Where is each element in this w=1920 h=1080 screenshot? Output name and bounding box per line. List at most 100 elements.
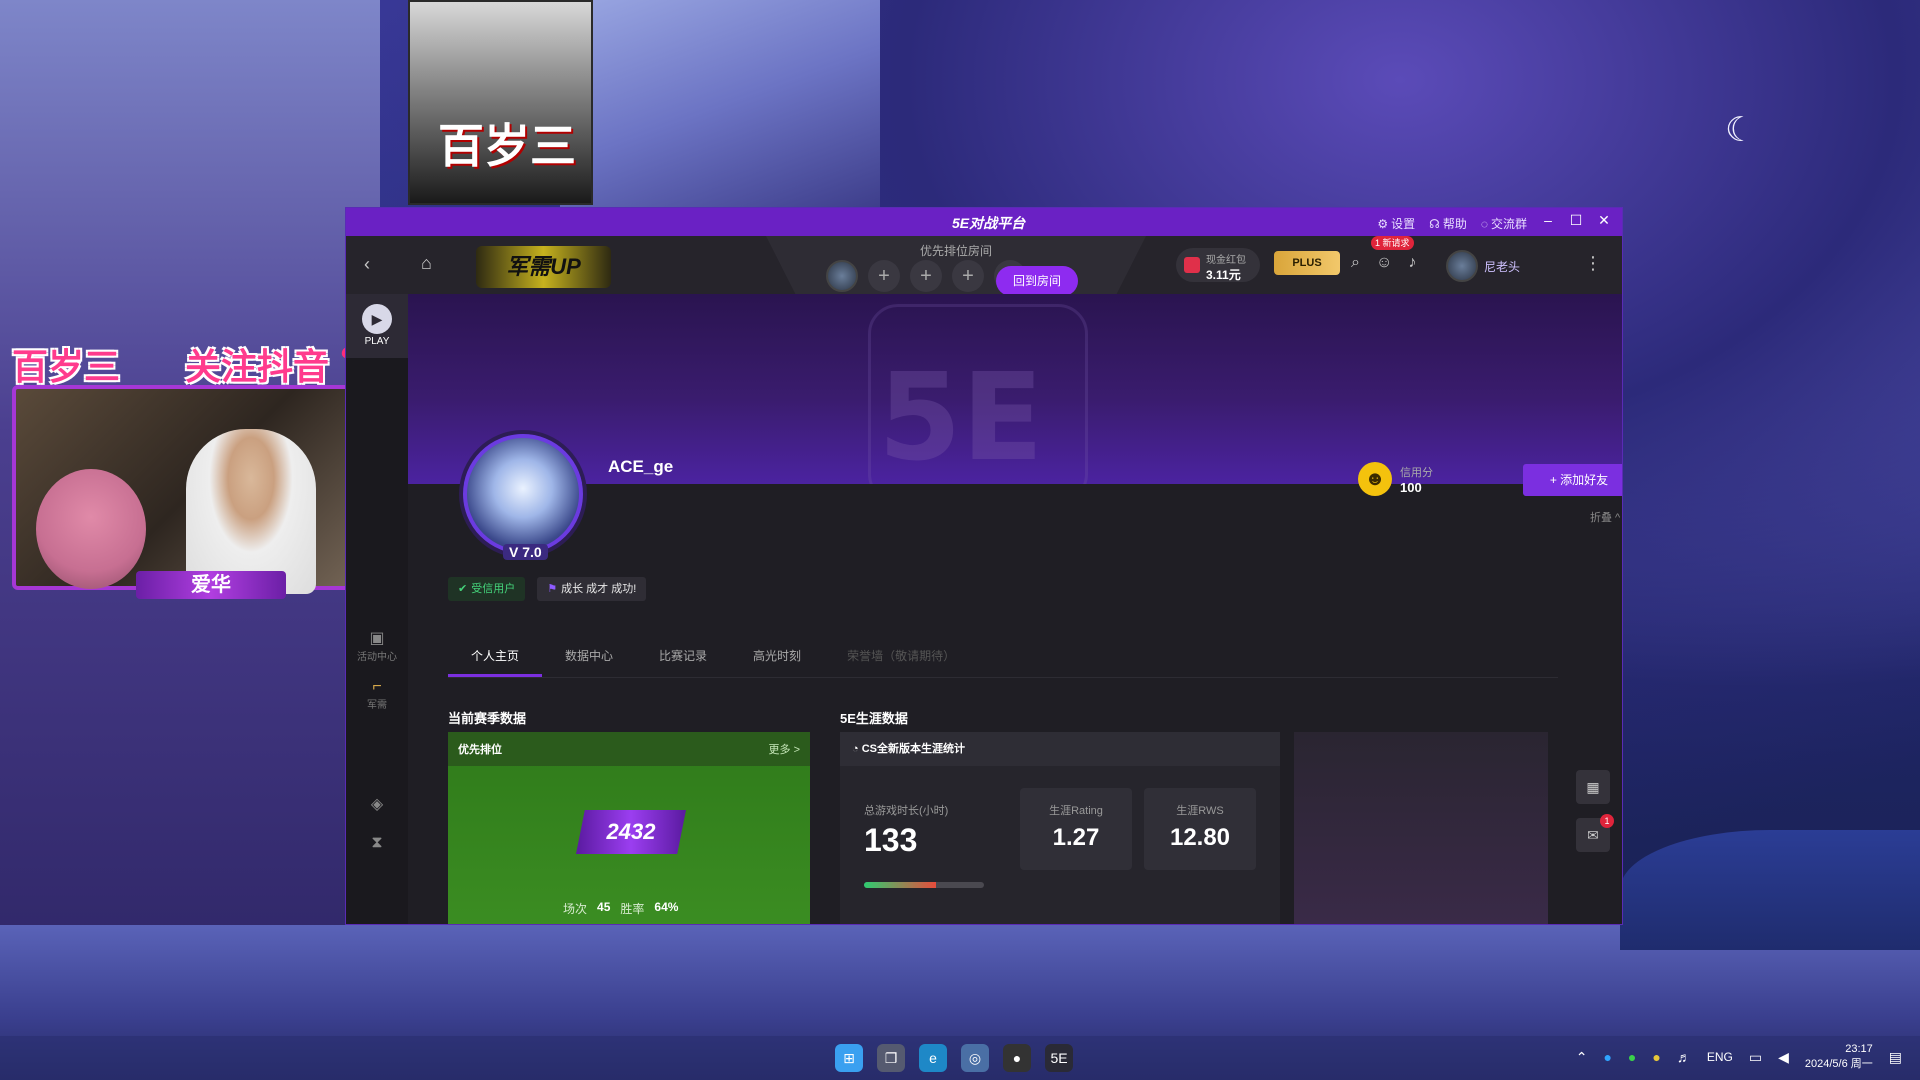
more-vertical-icon[interactable]: ⋮ [1584, 253, 1602, 274]
sidebar-play[interactable]: ▶ PLAY [346, 294, 408, 358]
add-friend-button[interactable]: + 添加好友 [1523, 464, 1622, 496]
season-card-header: 优先排位 更多 > [448, 732, 810, 766]
sidebar-item-hourglass[interactable]: ⧗ [346, 834, 408, 852]
wechat-icon[interactable]: ● [1628, 1049, 1636, 1065]
windows-start-icon[interactable]: ⊞ [835, 1044, 863, 1072]
gift-icon: ▣ [369, 630, 385, 647]
5e-app-icon[interactable]: 5E [1045, 1044, 1073, 1072]
sidebar-item-supply[interactable]: ⌐ 军需 [346, 678, 408, 711]
rws-value: 12.80 [1169, 824, 1231, 851]
credit-score: ☻ 信用分 100 [1358, 462, 1433, 496]
message-button[interactable]: ✉ 1 [1576, 814, 1614, 852]
add-slot-button[interactable]: + [868, 260, 900, 292]
steam-icon[interactable]: ◎ [961, 1044, 989, 1072]
task-view-icon[interactable]: ❐ [877, 1044, 905, 1072]
webcam-name-tag: 爱华 [136, 571, 286, 599]
back-arrow-icon[interactable]: ‹ [364, 254, 370, 275]
window-controls: – ☐ ✕ [1540, 212, 1612, 229]
season-section-title: 当前赛季数据 [448, 711, 527, 726]
community-link[interactable]: ◌ 交流群 [1481, 215, 1527, 232]
queue-player-avatar[interactable] [826, 260, 858, 292]
qq-icon[interactable]: ● [1603, 1049, 1611, 1065]
stream-banner-left: 百岁三 [12, 346, 121, 388]
community-label: 交流群 [1490, 217, 1527, 231]
season-more-link[interactable]: 更多 > [769, 741, 800, 757]
notification-icon[interactable]: ▤ [1889, 1049, 1902, 1066]
career-card: ◔ CS全新版本生涯统计 总游戏时长(小时) 133 生涯Rating 1.27… [840, 732, 1280, 924]
return-room-button[interactable]: 回到房间 [996, 266, 1078, 296]
profile-avatar[interactable] [463, 434, 583, 554]
plus-membership-badge[interactable]: PLUS [1274, 251, 1340, 275]
growth-label: 成长 成才 成功! [561, 583, 637, 595]
credit-value: 100 [1400, 479, 1422, 495]
profile-tags: ✔ 受信用户 ⚑ 成长 成才 成功! [448, 577, 647, 601]
promo-card[interactable] [1294, 732, 1548, 924]
profile-hero-banner: 5E [408, 294, 1622, 484]
search-icon[interactable]: ⌕ [1351, 254, 1360, 272]
minimize-button[interactable]: – [1540, 212, 1556, 229]
gear-icon: ⚙ [1377, 216, 1389, 231]
maximize-button[interactable]: ☐ [1568, 212, 1584, 229]
volume-icon[interactable]: ◀ [1778, 1049, 1789, 1066]
close-button[interactable]: ✕ [1596, 212, 1612, 229]
sidebar-item-box[interactable]: ◈ [346, 794, 408, 814]
bell-icon[interactable]: ♪ [1408, 254, 1416, 272]
profile-username: ACE_ge [608, 457, 674, 476]
friends-icon[interactable]: ☺ [1376, 254, 1392, 272]
brand-banner[interactable]: 军需UP [476, 246, 611, 288]
pie-chart-icon: ◔ [852, 743, 862, 755]
tab-highlights[interactable]: 高光时刻 [730, 634, 824, 677]
tab-honor-wall: 荣誉墙（敬请期待） [847, 649, 956, 663]
rws-box: 生涯RWS 12.80 [1144, 788, 1256, 870]
microphone-icon[interactable]: ♬ [1677, 1049, 1691, 1065]
tab-data-center[interactable]: 数据中心 [542, 634, 636, 677]
message-icon: ✉ [1587, 827, 1599, 843]
cube-icon: ◈ [370, 796, 384, 813]
career-card-title: CS全新版本生涯统计 [861, 743, 965, 755]
sidebar-item-label: 活动中心 [357, 652, 397, 663]
edge-browser-icon[interactable]: e [919, 1044, 947, 1072]
help-link[interactable]: ☊ 帮助 [1429, 215, 1467, 232]
rws-label: 生涯RWS [1176, 805, 1224, 817]
season-card-title: 优先排位 [458, 744, 502, 756]
winrate-label: 胜率 [620, 902, 645, 916]
profile-tabs: 个人主页 数据中心 比赛记录 高光时刻 荣誉墙（敬请期待） [448, 634, 1558, 678]
hero-logo: 5E [878, 349, 1044, 484]
floating-actions: ▦ ✉ 1 [1576, 770, 1614, 852]
tray-app-icon[interactable]: ● [1652, 1049, 1660, 1065]
obs-icon[interactable]: ● [1003, 1044, 1031, 1072]
credit-label: 信用分 [1400, 466, 1433, 479]
redpacket-icon [1184, 257, 1200, 273]
cash-redpacket[interactable]: 现金红包 3.11元 [1176, 248, 1260, 282]
clock[interactable]: 23:17 2024/5/6 周一 [1805, 1042, 1873, 1072]
sidebar-play-label: PLAY [364, 336, 390, 347]
growth-tag[interactable]: ⚑ 成长 成才 成功! [537, 577, 647, 601]
clock-time: 23:17 [1845, 1043, 1873, 1055]
language-indicator[interactable]: ENG [1707, 1050, 1733, 1064]
flag-icon: ⚑ [547, 583, 558, 595]
settings-link[interactable]: ⚙ 设置 [1377, 215, 1415, 232]
career-progress-fill [864, 882, 936, 888]
tab-match-history[interactable]: 比赛记录 [636, 634, 730, 677]
chevron-up-icon[interactable]: ⌃ [1576, 1049, 1588, 1066]
cash-label: 现金红包 [1206, 255, 1246, 266]
verified-tag[interactable]: ✔ 受信用户 [448, 577, 526, 601]
rating-label: 生涯Rating [1049, 805, 1103, 817]
collapse-toggle[interactable]: 折叠 ^ [1590, 509, 1620, 525]
sidebar-item-events[interactable]: ▣ 活动中心 [346, 628, 408, 663]
taskbar-apps: ⊞ ❐ e ◎ ● 5E [835, 1044, 1073, 1072]
wallpaper-river [1620, 830, 1920, 950]
add-slot-button[interactable]: + [910, 260, 942, 292]
home-icon[interactable]: ⌂ [421, 253, 432, 274]
add-slot-button[interactable]: + [952, 260, 984, 292]
taskbar: ⊞ ❐ e ◎ ● 5E ⌃ ● ● ● ♬ ENG ▭ ◀ 23:17 202… [0, 1036, 1920, 1080]
queue-label: 优先排位房间 [919, 244, 992, 258]
user-menu[interactable]: 尼老头 [1446, 250, 1520, 282]
hours-value: 133 [864, 822, 918, 858]
webcam-person [186, 429, 316, 594]
titlebar-links: ⚙ 设置 ☊ 帮助 ◌ 交流群 [1377, 215, 1527, 232]
career-card-header: ◔ CS全新版本生涯统计 [840, 732, 1280, 766]
network-icon[interactable]: ▭ [1749, 1049, 1762, 1066]
qr-code-icon[interactable]: ▦ [1576, 770, 1610, 804]
tab-home[interactable]: 个人主页 [448, 634, 543, 677]
